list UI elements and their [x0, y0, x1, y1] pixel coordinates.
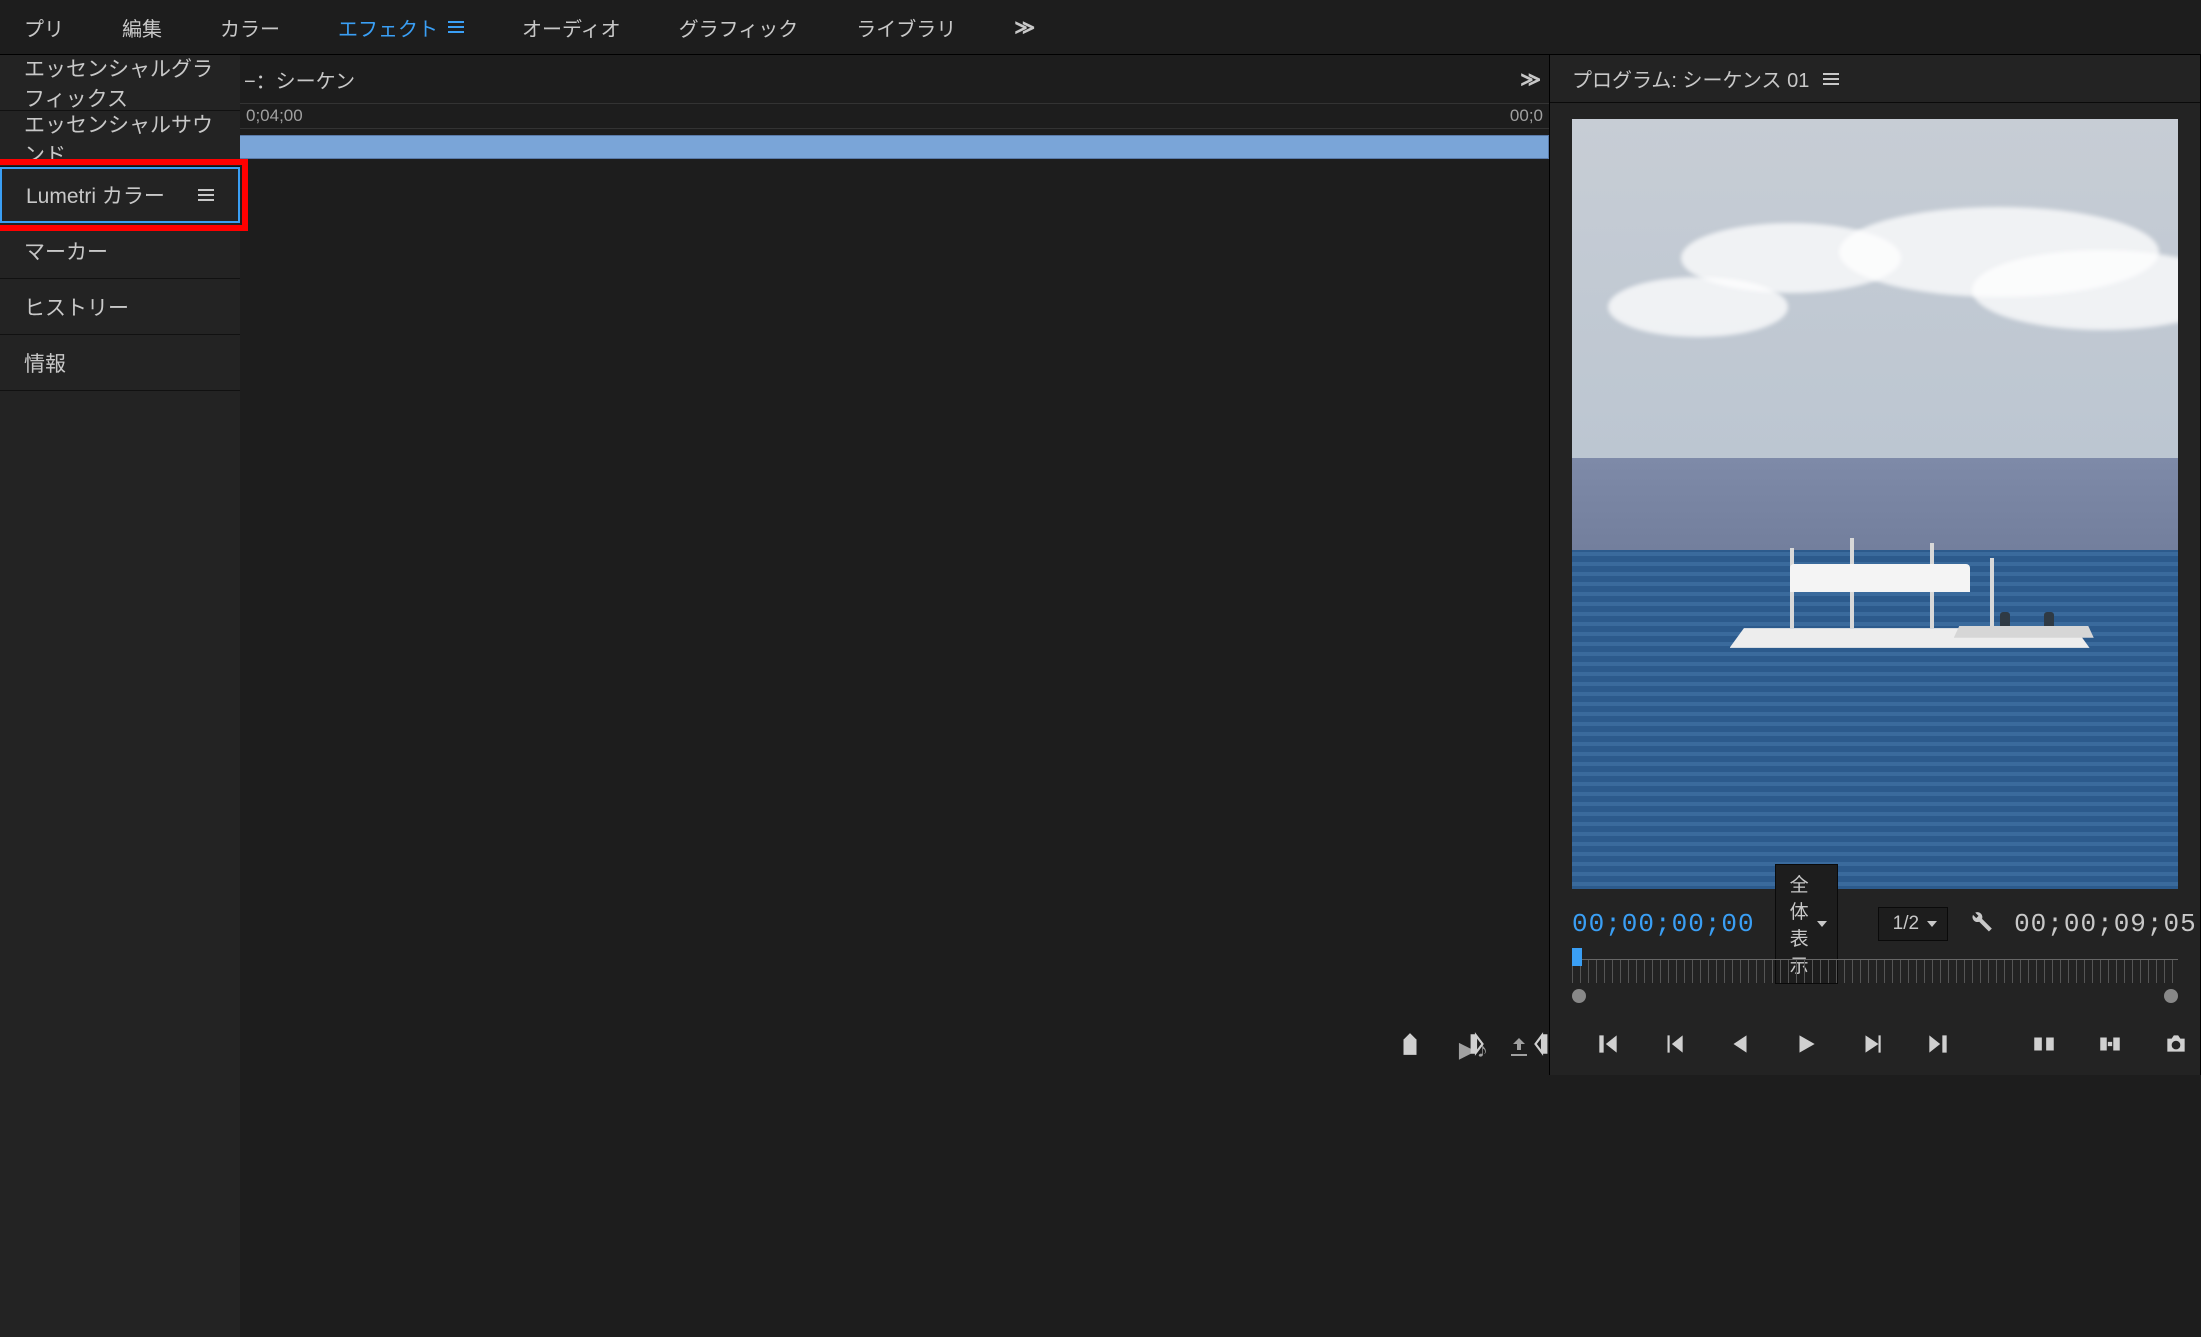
- panel-lumetri-color[interactable]: Lumetri カラー: [0, 167, 240, 223]
- panel-overflow-button[interactable]: ≫: [1520, 67, 1537, 92]
- transport-controls: +: [1550, 1013, 2200, 1075]
- play-button[interactable]: [1793, 1027, 1819, 1061]
- program-viewport[interactable]: [1572, 119, 2178, 889]
- panel-essential-sound[interactable]: エッセンシャルサウンド: [0, 111, 240, 167]
- playhead-handle[interactable]: [1572, 948, 1582, 966]
- panel-markers[interactable]: マーカー: [0, 223, 240, 279]
- go-to-out-button[interactable]: [1925, 1027, 1951, 1061]
- program-title: プログラム: シーケンス 01: [1572, 64, 1809, 93]
- playback-resolution-dropdown[interactable]: 1/2: [1878, 907, 1948, 941]
- step-back-button[interactable]: [1661, 1027, 1687, 1061]
- source-panel: −：シーケン ≫ 0;04;00 00;0 ▶♪: [240, 55, 1550, 1075]
- source-ruler[interactable]: 0;04;00 00;0: [240, 103, 1549, 129]
- workspace-tab-active[interactable]: エフェクト: [324, 5, 478, 50]
- mark-out-button[interactable]: [1529, 1027, 1555, 1061]
- hamburger-icon[interactable]: [448, 21, 464, 33]
- extract-button[interactable]: [2097, 1027, 2123, 1061]
- frame-forward-button[interactable]: [1859, 1027, 1885, 1061]
- workspace-overflow-button[interactable]: ≫: [1000, 7, 1045, 48]
- source-clip[interactable]: [240, 135, 1549, 159]
- workspace-tabs-bar: プリ 編集 カラー エフェクト オーディオ グラフィック ライブラリ ≫: [0, 0, 2201, 55]
- ruler-tick: 0;04;00: [246, 106, 303, 126]
- program-scrubber[interactable]: [1550, 949, 2200, 1013]
- export-icon[interactable]: [1507, 1036, 1531, 1066]
- panel-menu-icon[interactable]: [198, 189, 214, 201]
- current-timecode[interactable]: 00;00;00;00: [1572, 909, 1755, 939]
- zoom-handle-right[interactable]: [2164, 989, 2178, 1003]
- workspace-tab[interactable]: グラフィック: [665, 5, 813, 50]
- ruler-tick: 00;0: [1510, 106, 1543, 126]
- export-frame-button[interactable]: [2163, 1027, 2189, 1061]
- workspace-tab[interactable]: プリ: [10, 5, 78, 50]
- zoom-handle-left[interactable]: [1572, 989, 1586, 1003]
- right-panel-stack: エッセンシャルグラフィックス エッセンシャルサウンド Lumetri カラー マ…: [0, 55, 240, 1337]
- mark-in-button[interactable]: [1463, 1027, 1489, 1061]
- workspace-tab[interactable]: ライブラリ: [842, 5, 970, 50]
- add-marker-button[interactable]: [1397, 1027, 1423, 1061]
- frame-back-button[interactable]: [1727, 1027, 1753, 1061]
- panel-essential-graphics[interactable]: エッセンシャルグラフィックス: [0, 55, 240, 111]
- go-to-in-button[interactable]: [1595, 1027, 1621, 1061]
- source-panel-title: −：シーケン: [244, 65, 355, 94]
- panel-history[interactable]: ヒストリー: [0, 279, 240, 335]
- viewport-content-smallboat: [1954, 612, 2094, 638]
- workspace-tab[interactable]: 編集: [108, 5, 176, 50]
- workspace-tab[interactable]: オーディオ: [508, 5, 635, 50]
- panel-menu-icon[interactable]: [1823, 73, 1839, 85]
- settings-wrench-icon[interactable]: [1968, 908, 1994, 941]
- panel-info[interactable]: 情報: [0, 335, 240, 391]
- program-monitor-panel: プログラム: シーケンス 01: [1550, 55, 2201, 1075]
- duration-timecode: 00;00;09;05: [2014, 909, 2197, 939]
- workspace-tab[interactable]: カラー: [206, 5, 294, 50]
- lift-button[interactable]: [2031, 1027, 2057, 1061]
